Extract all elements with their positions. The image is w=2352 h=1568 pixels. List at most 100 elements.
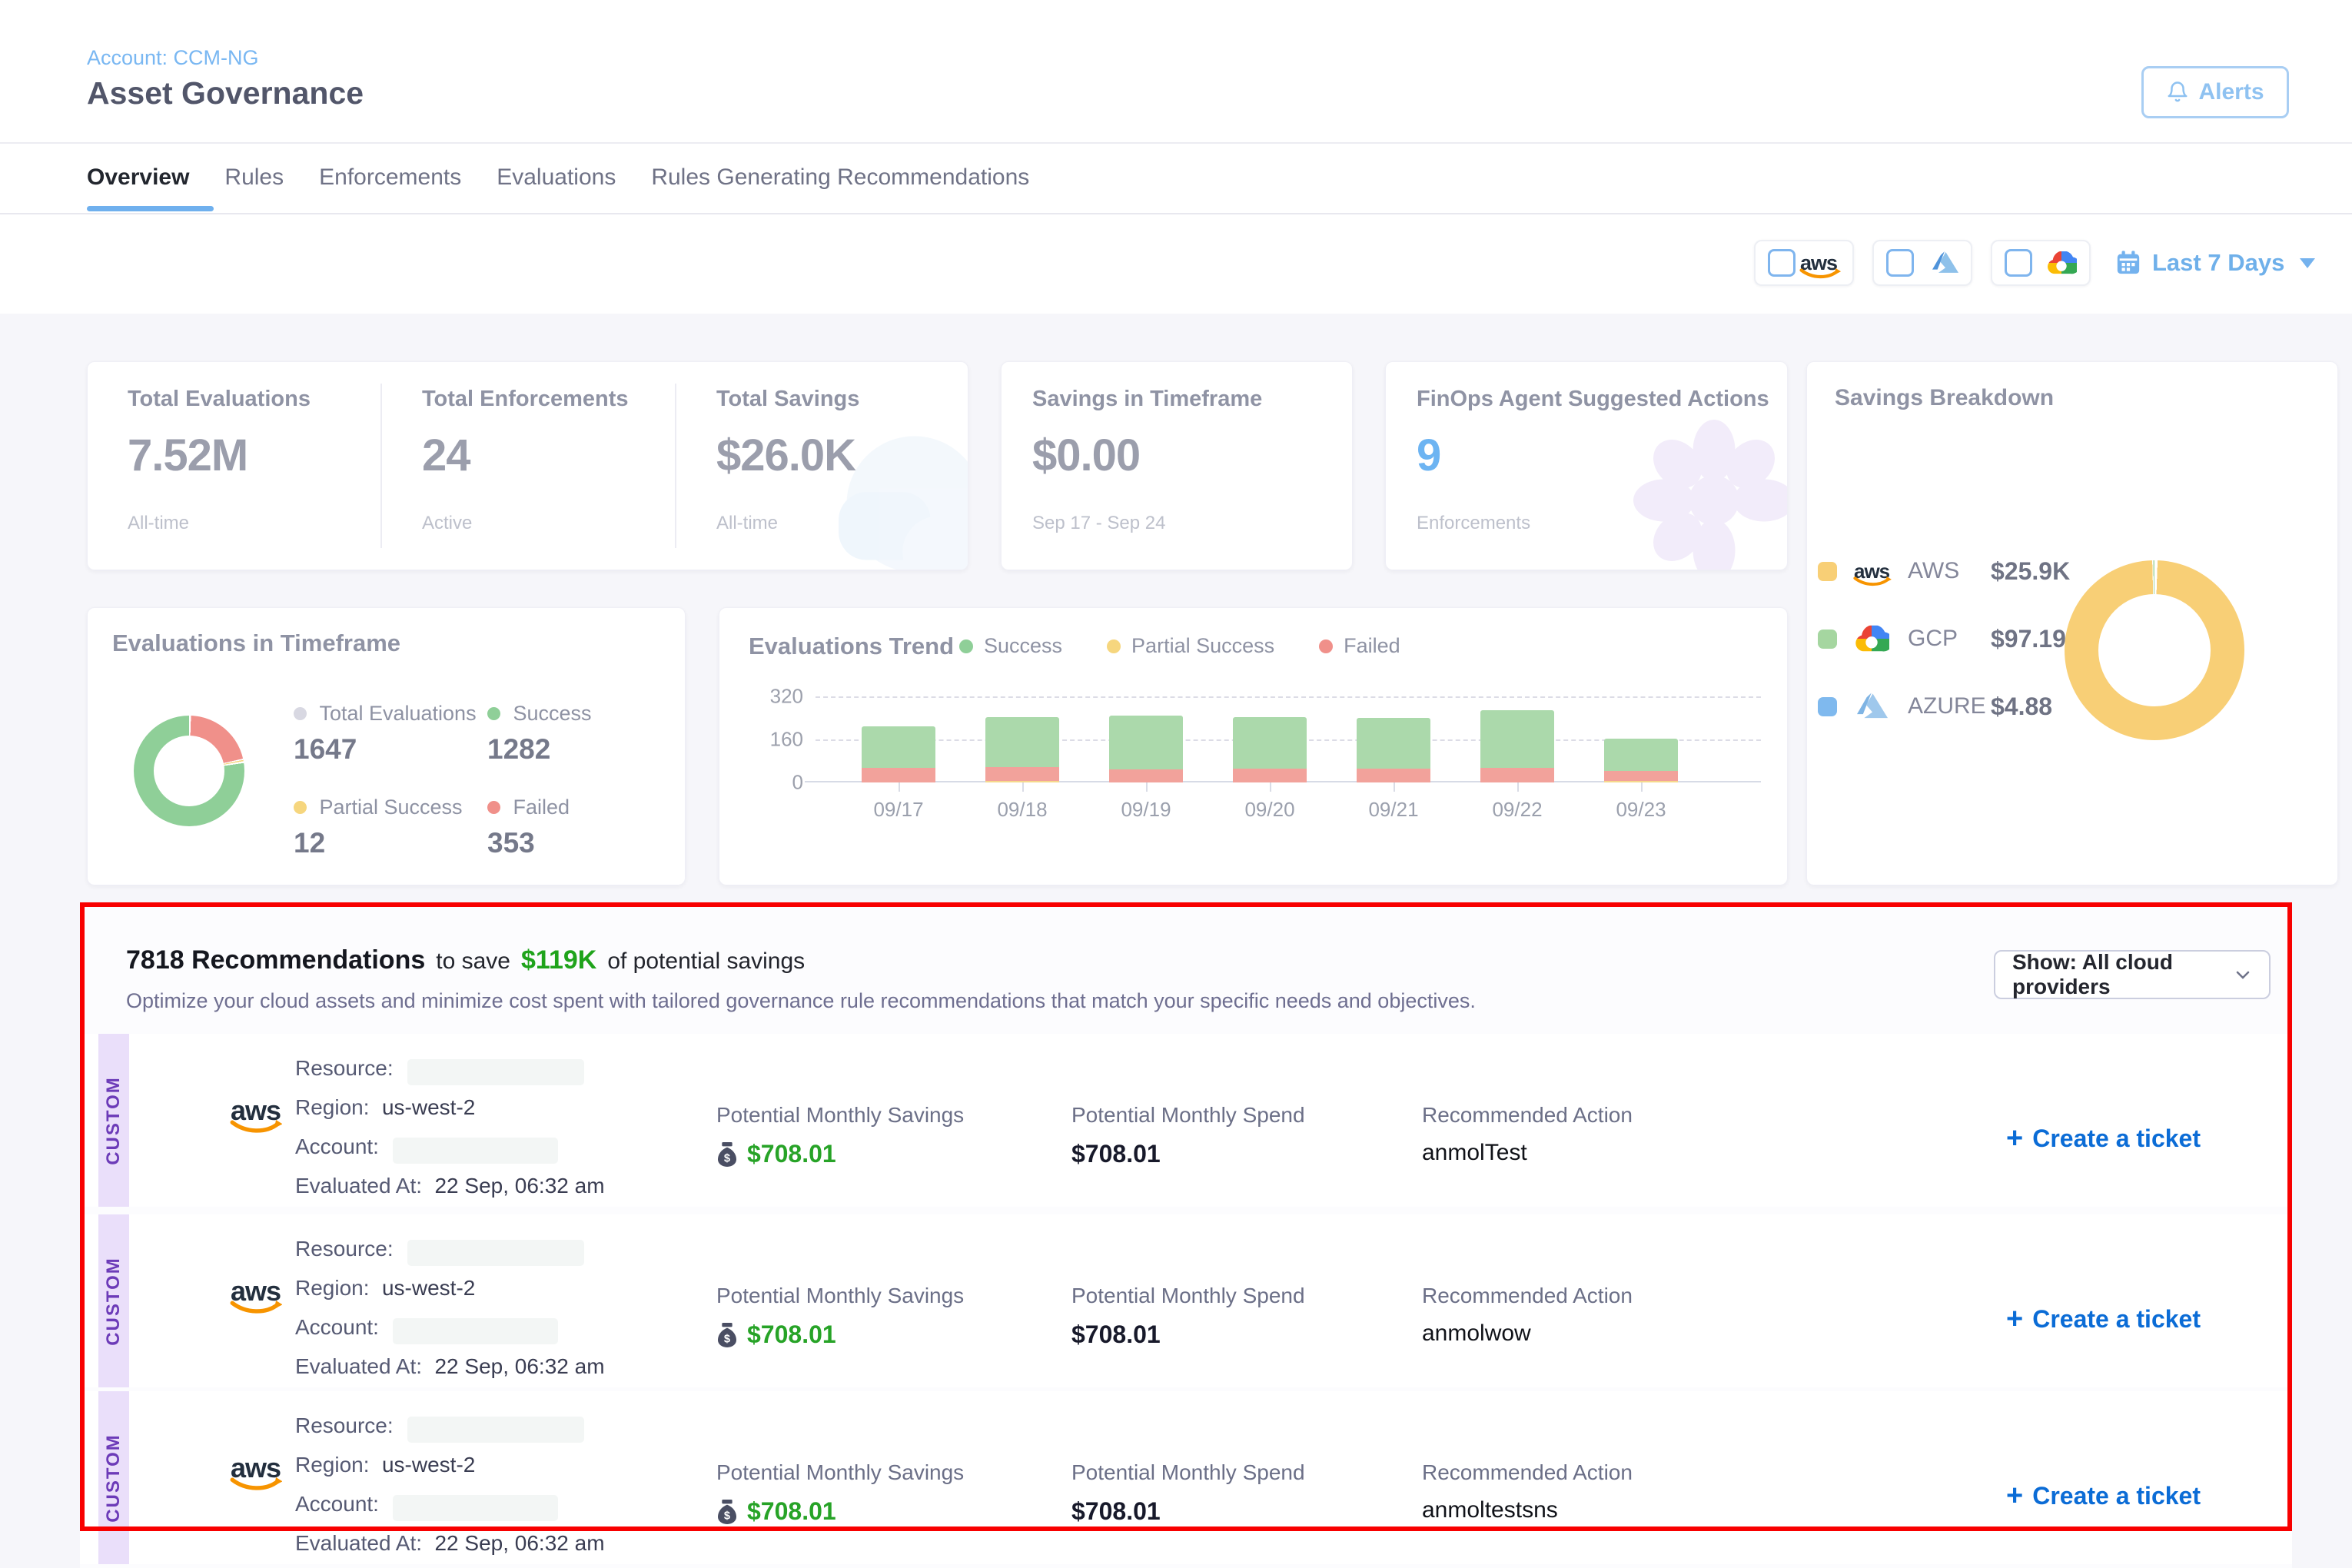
- create-ticket-button[interactable]: + Create a ticket: [2006, 1480, 2201, 1513]
- legend-label: Partial Success: [1131, 634, 1274, 658]
- card-title: Evaluations Trend: [749, 633, 954, 660]
- date-range-picker[interactable]: Last 7 Days: [2115, 240, 2315, 286]
- custom-tag: CUSTOM: [98, 1214, 129, 1387]
- savings-value: $708.01: [747, 1497, 836, 1526]
- stat-value: $26.0K: [716, 430, 855, 481]
- evaluated-label: Evaluated At:: [295, 1174, 422, 1198]
- tab-rules-generating-recommendations[interactable]: Rules Generating Recommendations: [651, 164, 1029, 191]
- stat-label: Total Evaluations: [128, 387, 311, 412]
- svg-text:$: $: [724, 1510, 730, 1522]
- svg-text:$: $: [724, 1152, 730, 1164]
- x-axis-tick-label: 09/23: [1616, 798, 1666, 822]
- account-label: Account:: [295, 1492, 379, 1516]
- azure-icon: [1854, 693, 1891, 720]
- resource-label: Resource:: [295, 1237, 394, 1261]
- alerts-button[interactable]: Alerts: [2141, 66, 2289, 118]
- bar-segment-failed: [985, 767, 1059, 781]
- y-axis-tick-label: 320: [763, 685, 803, 709]
- bar-segment-failed: [1604, 771, 1678, 781]
- spend-column-label: Potential Monthly Spend: [1071, 1460, 1305, 1485]
- y-axis-tick-label: 0: [763, 771, 803, 795]
- gcp-checkbox[interactable]: [2005, 249, 2032, 277]
- savings-breakdown-legend: aws AWS $25.9K: [1818, 551, 2070, 726]
- stacked-bar-09/19: [1109, 716, 1183, 783]
- action-column-label: Recommended Action: [1422, 1284, 1633, 1308]
- finops-actions-card: FinOps Agent Suggested Actions 9 Enforce…: [1385, 361, 1788, 570]
- x-axis-tick: [1517, 782, 1519, 792]
- bell-icon: [2166, 81, 2189, 104]
- dropdown-label: Show: All cloud providers: [2012, 950, 2234, 999]
- y-gridline: [816, 696, 1761, 698]
- tab-overview[interactable]: Overview: [87, 164, 189, 191]
- stacked-bar-09/22: [1480, 710, 1554, 783]
- legend-dot: [294, 707, 307, 720]
- breadcrumb[interactable]: Account: CCM-NG: [87, 46, 259, 70]
- provider-name: AZURE: [1908, 693, 1974, 719]
- plus-icon: +: [2006, 1480, 2023, 1513]
- provider-savings: $97.19: [1991, 625, 2066, 653]
- legend-item-gcp: GCP $97.19: [1818, 619, 2070, 659]
- region-label: Region:: [295, 1095, 370, 1119]
- x-axis-tick: [899, 782, 900, 792]
- evaluated-value: 22 Sep, 06:32 am: [434, 1531, 604, 1555]
- x-axis-tick: [1146, 782, 1148, 792]
- recommendations-savings-total: $119K: [521, 945, 596, 975]
- spend-column-label: Potential Monthly Spend: [1071, 1103, 1305, 1128]
- create-ticket-label: Create a ticket: [2032, 1305, 2201, 1334]
- bar-segment-success: [1480, 710, 1554, 768]
- bar-segment-success: [862, 726, 935, 768]
- stat-caption: Enforcements: [1417, 513, 1530, 534]
- recommendations-to-save: to save: [436, 948, 510, 975]
- aws-logo-icon: aws: [231, 1454, 281, 1482]
- create-ticket-button[interactable]: + Create a ticket: [2006, 1303, 2201, 1336]
- stacked-bar-09/18: [985, 717, 1059, 782]
- legend-item-aws: aws AWS $25.9K: [1818, 551, 2070, 591]
- bar-segment-failed: [1357, 769, 1430, 782]
- resource-value-redacted: [407, 1417, 584, 1443]
- tab-rules[interactable]: Rules: [224, 164, 284, 191]
- action-value: anmolTest: [1422, 1140, 1633, 1166]
- evaluations-in-timeframe-card: Evaluations in Timeframe Total Evaluatio…: [87, 607, 686, 885]
- evaluated-value: 22 Sep, 06:32 am: [434, 1354, 604, 1378]
- stat-value: 9: [1417, 430, 1440, 481]
- account-value-redacted: [393, 1318, 558, 1344]
- region-label: Region:: [295, 1276, 370, 1300]
- card-title: Evaluations in Timeframe: [112, 630, 400, 657]
- provider-filter-azure[interactable]: [1872, 240, 1972, 286]
- tab-evaluations[interactable]: Evaluations: [497, 164, 616, 191]
- evaluated-label: Evaluated At:: [295, 1531, 422, 1555]
- svg-text:$: $: [724, 1333, 730, 1345]
- tab-enforcements[interactable]: Enforcements: [319, 164, 461, 191]
- spend-value: $708.01: [1071, 1140, 1305, 1168]
- cloud-provider-filter-dropdown[interactable]: Show: All cloud providers: [1994, 950, 2271, 999]
- provider-filter-aws[interactable]: aws: [1754, 240, 1854, 286]
- x-axis-tick-label: 09/18: [997, 798, 1047, 822]
- x-axis-tick: [1394, 782, 1395, 792]
- region-value: us-west-2: [382, 1095, 475, 1119]
- bar-segment-failed: [1109, 769, 1183, 783]
- stacked-bar-09/20: [1233, 717, 1307, 782]
- active-tab-underline: [87, 206, 214, 211]
- bar-segment-success: [1233, 717, 1307, 769]
- create-ticket-button[interactable]: + Create a ticket: [2006, 1122, 2201, 1155]
- legend-label: Partial Success: [319, 796, 462, 819]
- legend-label: Failed: [513, 796, 570, 819]
- savings-column-label: Potential Monthly Savings: [716, 1103, 964, 1128]
- region-label: Region:: [295, 1453, 370, 1477]
- legend-item-azure: AZURE $4.88: [1818, 686, 2070, 726]
- plus-icon: +: [2006, 1303, 2023, 1336]
- legend-color-swatch: [1818, 697, 1837, 716]
- x-axis-tick-label: 09/19: [1121, 798, 1171, 822]
- bar-segment-failed: [1233, 769, 1307, 782]
- evaluated-label: Evaluated At:: [295, 1354, 422, 1378]
- stacked-bar-09/21: [1357, 718, 1430, 782]
- gcp-icon: [2046, 251, 2077, 275]
- provider-filter-gcp[interactable]: [1991, 240, 2091, 286]
- resource-value-redacted: [407, 1240, 584, 1266]
- custom-tag: CUSTOM: [98, 1391, 129, 1564]
- savings-column-label: Potential Monthly Savings: [716, 1284, 964, 1308]
- create-ticket-label: Create a ticket: [2032, 1482, 2201, 1510]
- stat-value: 7.52M: [128, 430, 247, 481]
- aws-checkbox[interactable]: [1768, 249, 1796, 277]
- azure-checkbox[interactable]: [1886, 249, 1914, 277]
